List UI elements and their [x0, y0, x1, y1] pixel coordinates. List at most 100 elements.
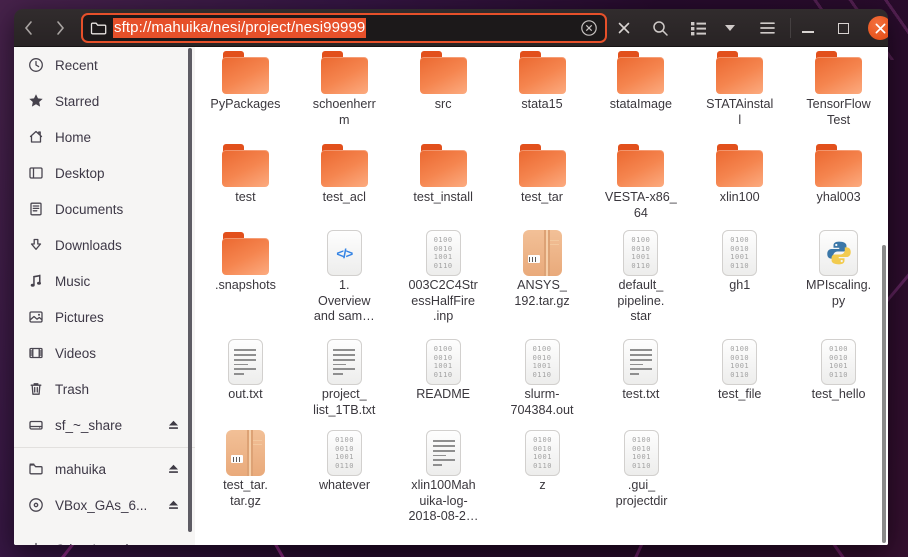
sidebar-item-other-locations[interactable]: Other Locations: [14, 531, 195, 545]
chevron-down-icon: [725, 25, 735, 31]
file-item[interactable]: out.txt: [196, 337, 295, 428]
sidebar-item-starred[interactable]: Starred: [14, 83, 195, 119]
sidebar-item-recent[interactable]: Recent: [14, 47, 195, 83]
hamburger-menu-button[interactable]: [753, 13, 781, 43]
text-file-icon: [426, 430, 461, 476]
sidebar-item-label: mahuika: [55, 461, 107, 477]
search-icon: [652, 20, 668, 36]
file-label: TensorFlow Test: [806, 97, 871, 127]
folder-icon: [320, 144, 368, 188]
file-item[interactable]: 0100 0010 1001 0110 003C2C4Str essHalfFir…: [394, 228, 493, 337]
sidebar-separator: [14, 447, 195, 448]
eject-icon[interactable]: [167, 419, 180, 434]
file-item[interactable]: test_install: [394, 140, 493, 228]
file-item[interactable]: 0100 0010 1001 0110 test_file: [690, 337, 789, 428]
sidebar-item-mahuika[interactable]: mahuika: [14, 451, 195, 487]
starred-icon: [27, 93, 44, 109]
file-item[interactable]: xlin100: [690, 140, 789, 228]
binary-file-icon: 0100 0010 1001 0110: [821, 339, 857, 385]
file-item[interactable]: STATAinstal l: [690, 47, 789, 140]
back-button[interactable]: [15, 13, 41, 43]
forward-button[interactable]: [48, 13, 74, 43]
drive-icon: [27, 417, 44, 433]
file-item[interactable]: MPIscaling. py: [789, 228, 888, 337]
list-view-button[interactable]: [684, 13, 712, 43]
file-item[interactable]: 0100 0010 1001 0110 gh1: [690, 228, 789, 337]
file-label: PyPackages: [210, 97, 281, 111]
sidebar-item-music[interactable]: Music: [14, 263, 195, 299]
file-label: test: [235, 190, 256, 204]
file-item[interactable]: 0100 0010 1001 0110 README: [394, 337, 493, 428]
search-button[interactable]: [646, 13, 674, 43]
sidebar-item-label: Recent: [55, 57, 98, 73]
folder-icon: [617, 51, 665, 95]
file-label: xlin100: [719, 190, 760, 204]
file-label: test_acl: [322, 190, 366, 204]
file-label: README: [416, 387, 471, 401]
sidebar-item-sf-share[interactable]: sf_~_share: [14, 407, 195, 443]
file-item[interactable]: xlin100Mah uika-log- 2018-08-2…: [394, 428, 493, 525]
file-item[interactable]: ANSYS_ 192.tar.gz: [493, 228, 592, 337]
sidebar-item-pictures[interactable]: Pictures: [14, 299, 195, 335]
file-label: src: [434, 97, 452, 111]
location-value[interactable]: sftp://mahuika/nesi/project/nesi99999: [113, 18, 367, 38]
file-icon-wrap: [419, 140, 467, 188]
file-item[interactable]: stata15: [493, 47, 592, 140]
sidebar-scrollbar[interactable]: [188, 48, 192, 532]
sidebar: Recent Starred Home Desktop Documents Downloa…: [14, 47, 195, 545]
view-options-button[interactable]: [717, 13, 743, 43]
maximize-button[interactable]: [829, 13, 857, 43]
file-item[interactable]: test: [196, 140, 295, 228]
cancel-location-button[interactable]: [610, 13, 638, 43]
sidebar-item-documents[interactable]: Documents: [14, 191, 195, 227]
binary-file-icon: 0100 0010 1001 0110: [425, 230, 461, 276]
sidebar-item-desktop[interactable]: Desktop: [14, 155, 195, 191]
main-scrollbar[interactable]: [882, 245, 886, 543]
documents-icon: [27, 201, 44, 217]
file-item[interactable]: 0100 0010 1001 0110 slurm- 704384.out: [493, 337, 592, 428]
file-icon-wrap: 0100 0010 1001 0110: [821, 337, 857, 385]
file-item[interactable]: TensorFlow Test: [789, 47, 888, 140]
file-icon-wrap: 0100 0010 1001 0110: [524, 337, 560, 385]
folder-icon: [617, 144, 665, 188]
file-item[interactable]: 0100 0010 1001 0110 whatever: [295, 428, 394, 525]
cancel-location-icon: [618, 22, 630, 34]
sidebar-item-home[interactable]: Home: [14, 119, 195, 155]
file-item[interactable]: test.txt: [591, 337, 690, 428]
file-item[interactable]: 0100 0010 1001 0110 .gui_ projectdir: [592, 428, 691, 525]
clear-icon[interactable]: [580, 19, 598, 37]
sidebar-item-label: Starred: [55, 93, 100, 109]
archive-file-icon: [522, 230, 562, 276]
file-item[interactable]: 0100 0010 1001 0110 z: [493, 428, 592, 525]
file-icon-wrap: [320, 47, 368, 95]
file-item[interactable]: PyPackages: [196, 47, 295, 140]
file-item[interactable]: schoenherr m: [295, 47, 394, 140]
file-item[interactable]: 0100 0010 1001 0110 test_hello: [789, 337, 888, 428]
eject-icon[interactable]: [167, 499, 180, 514]
sidebar-item-vbox-gas-6-[interactable]: VBox_GAs_6...: [14, 487, 195, 523]
sidebar-item-label: Home: [55, 129, 92, 145]
sidebar-item-trash[interactable]: Trash: [14, 371, 195, 407]
file-item[interactable]: 0100 0010 1001 0110 default_ pipeline. st…: [591, 228, 690, 337]
file-item[interactable]: </> 1. Overview and sam…: [295, 228, 394, 337]
sidebar-item-videos[interactable]: Videos: [14, 335, 195, 371]
file-item[interactable]: test_tar. tar.gz: [196, 428, 295, 525]
file-item[interactable]: test_tar: [493, 140, 592, 228]
file-item[interactable]: test_acl: [295, 140, 394, 228]
file-item[interactable]: project_ list_1TB.txt: [295, 337, 394, 428]
location-input[interactable]: sftp://mahuika/nesi/project/nesi99999: [81, 13, 607, 43]
window-close-button[interactable]: [868, 16, 888, 40]
file-label: default_ pipeline. star: [617, 278, 665, 323]
minimize-button[interactable]: [794, 13, 822, 43]
folder-icon: [716, 144, 764, 188]
file-item[interactable]: stataImage: [591, 47, 690, 140]
sidebar-item-downloads[interactable]: Downloads: [14, 227, 195, 263]
eject-icon[interactable]: [167, 463, 180, 478]
minimize-icon: [802, 31, 814, 33]
file-item[interactable]: VESTA-x86_ 64: [591, 140, 690, 228]
file-item[interactable]: src: [394, 47, 493, 140]
files-window: sftp://mahuika/nesi/project/nesi99999 Re…: [14, 9, 888, 545]
file-item[interactable]: .snapshots: [196, 228, 295, 337]
file-item[interactable]: yhal003: [789, 140, 888, 228]
sidebar-item-label: Desktop: [55, 165, 105, 181]
